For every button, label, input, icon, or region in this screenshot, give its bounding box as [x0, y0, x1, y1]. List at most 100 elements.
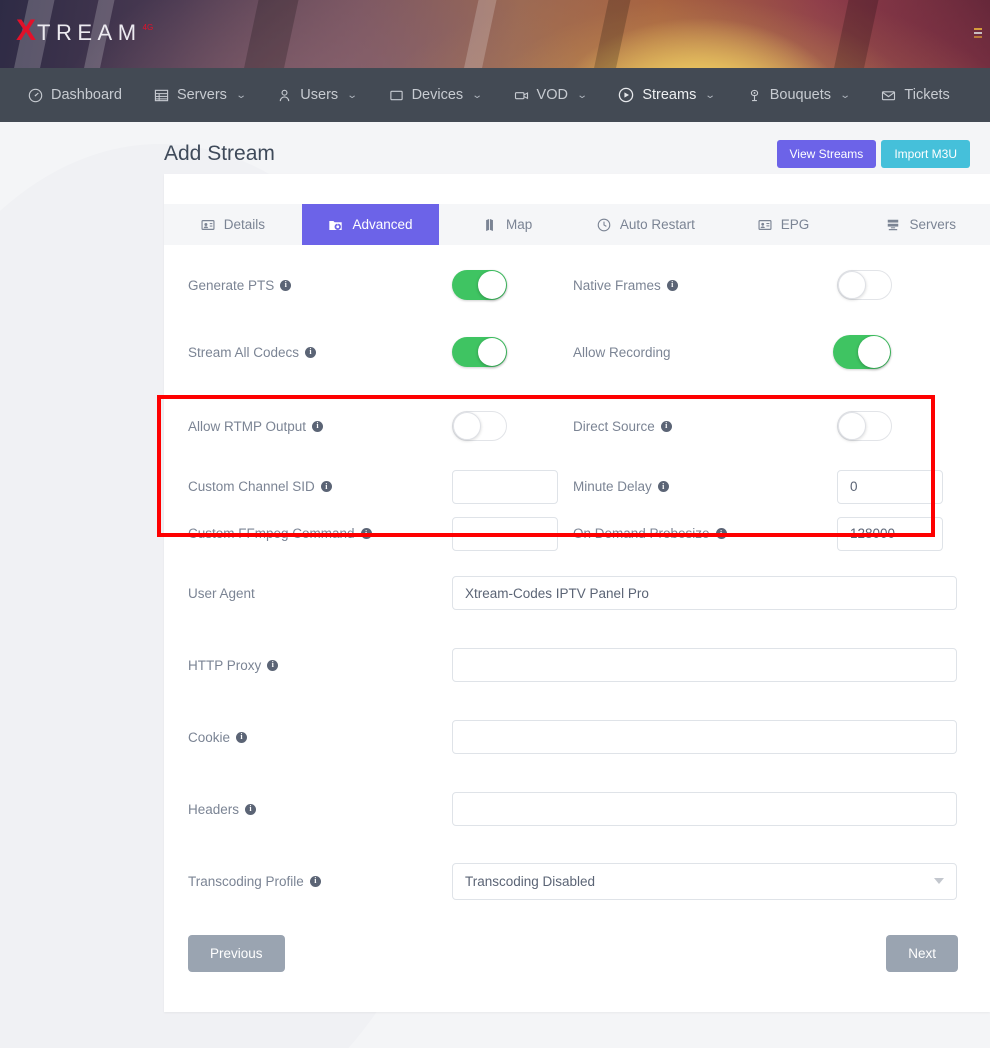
- tab-label: Details: [224, 217, 265, 232]
- nav-item-devices[interactable]: Devices ⌄: [373, 68, 498, 122]
- info-icon[interactable]: i: [361, 528, 372, 539]
- top-banner: X TREAM 4G: [0, 0, 990, 68]
- info-icon[interactable]: i: [310, 876, 321, 887]
- custom-ffmpeg-command-input[interactable]: [452, 517, 558, 551]
- field-custom-ffmpeg-command: Custom FFmpeg Command i: [188, 517, 573, 551]
- chevron-down-icon: ⌄: [840, 90, 851, 101]
- form-row-allow-rtmp-output: Allow RTMP Output i Direct Source i: [164, 389, 990, 463]
- on-demand-probesize-input[interactable]: [837, 517, 943, 551]
- headers-input[interactable]: [452, 792, 957, 826]
- tab-servers[interactable]: Servers: [852, 204, 990, 245]
- custom-channel-sid-input[interactable]: [452, 470, 558, 504]
- info-icon[interactable]: i: [312, 421, 323, 432]
- field-direct-source: Direct Source i: [573, 411, 958, 441]
- chevron-down-icon: ⌄: [347, 90, 358, 101]
- custom-ffmpeg-command-label: Custom FFmpeg Command i: [188, 526, 452, 541]
- page-content: Add Stream View Streams Import M3U Detai…: [0, 122, 990, 1012]
- import-m3u-button[interactable]: Import M3U: [881, 140, 970, 168]
- info-icon[interactable]: i: [321, 481, 332, 492]
- nav-label: Devices: [412, 87, 464, 103]
- toggle-knob: [478, 271, 506, 299]
- nav-item-tickets[interactable]: Tickets: [865, 68, 965, 122]
- allow-recording-label: Allow Recording: [573, 345, 837, 360]
- chevron-down-icon: ⌄: [705, 90, 716, 101]
- view-streams-button[interactable]: View Streams: [777, 140, 877, 168]
- previous-button[interactable]: Previous: [188, 935, 285, 972]
- field-minute-delay: Minute Delay i: [573, 470, 958, 504]
- field-native-frames: Native Frames i: [573, 270, 958, 300]
- native-frames-label: Native Frames i: [573, 278, 837, 293]
- form-tabs: Details Advanced Map: [164, 204, 990, 245]
- info-icon[interactable]: i: [280, 280, 291, 291]
- nav-item-bouquets[interactable]: Bouquets ⌄: [731, 68, 866, 122]
- tab-label: Auto Restart: [620, 217, 695, 232]
- tab-auto-restart[interactable]: Auto Restart: [577, 204, 715, 245]
- chevron-down-icon: ⌄: [472, 90, 483, 101]
- nav-label: Users: [300, 87, 338, 103]
- minute-delay-input[interactable]: [837, 470, 943, 504]
- nav-item-users[interactable]: Users ⌄: [261, 68, 372, 122]
- nav-item-dashboard[interactable]: Dashboard: [12, 68, 138, 122]
- field-stream-all-codecs: Stream All Codecs i: [188, 337, 573, 367]
- allow-recording-toggle[interactable]: [833, 335, 891, 369]
- form-row-user-agent: User Agent: [164, 557, 990, 629]
- field-custom-channel-sid: Custom Channel SID i: [188, 470, 573, 504]
- field-on-demand-probesize: On Demand Probesize i: [573, 517, 958, 551]
- logo-superscript: 4G: [143, 23, 154, 32]
- generate-pts-label: Generate PTS i: [188, 278, 452, 293]
- allow-rtmp-output-toggle[interactable]: [452, 411, 507, 441]
- info-icon[interactable]: i: [245, 804, 256, 815]
- tab-advanced[interactable]: Advanced: [302, 204, 440, 245]
- info-icon[interactable]: i: [661, 421, 672, 432]
- info-icon[interactable]: i: [236, 732, 247, 743]
- chevron-down-icon: [934, 878, 944, 884]
- chevron-down-icon: ⌄: [576, 90, 587, 101]
- http-proxy-input[interactable]: [452, 648, 957, 682]
- header-actions: View Streams Import M3U: [777, 140, 981, 168]
- tab-epg[interactable]: EPG: [715, 204, 853, 245]
- info-icon[interactable]: i: [658, 481, 669, 492]
- form-row-cookie: Cookie i: [164, 701, 990, 773]
- logo-x-mark: X: [16, 16, 36, 46]
- cookie-input[interactable]: [452, 720, 957, 754]
- info-icon[interactable]: i: [716, 528, 727, 539]
- tab-map[interactable]: Map: [439, 204, 577, 245]
- toggle-knob: [478, 338, 506, 366]
- user-agent-input[interactable]: [452, 576, 957, 610]
- info-icon[interactable]: i: [267, 660, 278, 671]
- servers-icon: [154, 88, 169, 103]
- servers-rack-icon: [886, 218, 900, 232]
- direct-source-control: [837, 411, 892, 441]
- nav-item-streams[interactable]: Streams ⌄: [602, 68, 730, 122]
- main-navigation: Dashboard Servers ⌄ Users ⌄ Devices ⌄ VO…: [0, 68, 990, 122]
- banner-corner-icon[interactable]: [974, 28, 982, 38]
- generate-pts-toggle[interactable]: [452, 270, 507, 300]
- headers-label: Headers i: [188, 802, 452, 817]
- epg-screen-icon: [758, 218, 772, 232]
- native-frames-control: [837, 270, 892, 300]
- info-icon[interactable]: i: [667, 280, 678, 291]
- stream-all-codecs-toggle[interactable]: [452, 337, 507, 367]
- page-header: Add Stream View Streams Import M3U: [164, 122, 990, 174]
- toggle-knob: [858, 336, 890, 368]
- next-button[interactable]: Next: [886, 935, 958, 972]
- card-top-strip: [164, 174, 990, 204]
- tickets-icon: [881, 88, 896, 103]
- user-agent-label: User Agent: [188, 586, 452, 601]
- tab-details[interactable]: Details: [164, 204, 302, 245]
- native-frames-toggle[interactable]: [837, 270, 892, 300]
- nav-label: Tickets: [904, 87, 949, 103]
- direct-source-toggle[interactable]: [837, 411, 892, 441]
- allow-recording-control: [833, 335, 891, 369]
- tab-label: Map: [506, 217, 532, 232]
- transcoding-profile-select[interactable]: Transcoding Disabled: [452, 863, 957, 900]
- xtream-logo[interactable]: X TREAM 4G: [16, 16, 153, 46]
- nav-item-vod[interactable]: VOD ⌄: [498, 68, 603, 122]
- toggle-knob: [838, 271, 866, 299]
- nav-item-servers[interactable]: Servers ⌄: [138, 68, 261, 122]
- form-row-headers: Headers i: [164, 773, 990, 845]
- info-icon[interactable]: i: [305, 347, 316, 358]
- streams-icon: [618, 87, 634, 103]
- vod-icon: [514, 88, 529, 103]
- nav-label: Streams: [642, 87, 696, 103]
